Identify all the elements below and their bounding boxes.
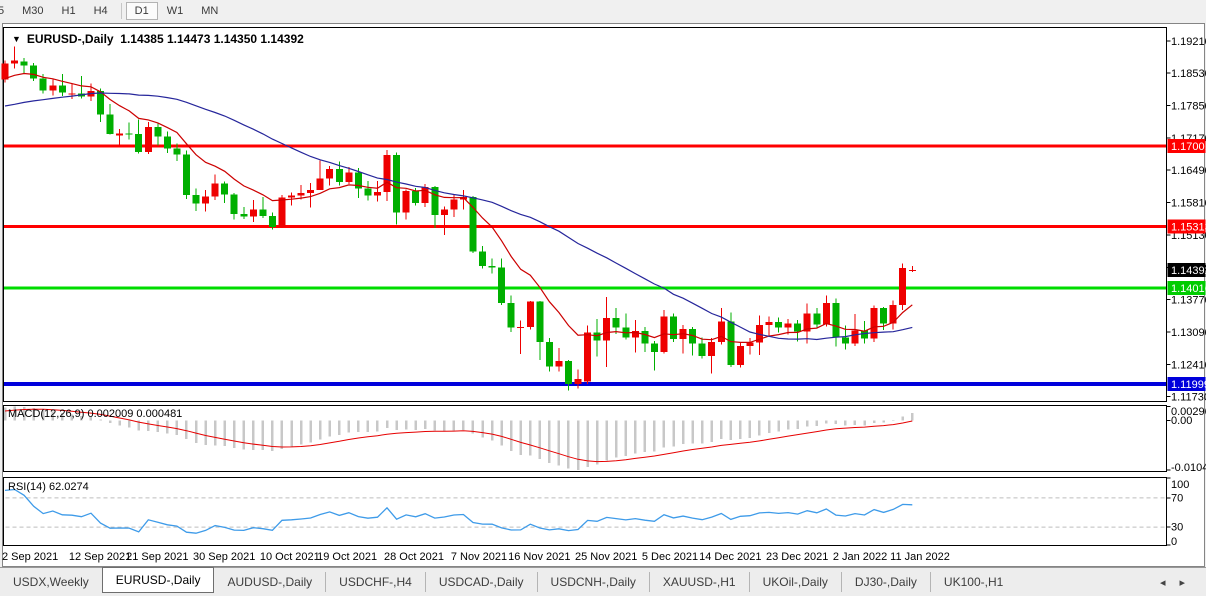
chart-tab-usdcnh-daily[interactable]: USDCNH-,Daily: [537, 572, 649, 592]
chart-tab-usdcad-daily[interactable]: USDCAD-,Daily: [425, 572, 537, 592]
x-axis-label: 14 Dec 2021: [699, 551, 761, 563]
x-axis-label: 30 Sep 2021: [193, 551, 255, 563]
svg-text:1.14392: 1.14392: [1171, 265, 1206, 277]
date-axis: 2 Sep 2021 12 Sep 202121 Sep 2021 30 Sep 2…: [2, 551, 950, 563]
timeframe-mn-button[interactable]: MN: [192, 2, 227, 20]
rsi-axis-label: 100: [1171, 479, 1189, 491]
svg-text:1.11999: 1.11999: [1171, 379, 1206, 391]
y-axis-label: 1.17850: [1171, 101, 1206, 113]
y-axis-label: 1.15810: [1171, 198, 1206, 210]
macd-axis-label: 0.00: [1171, 415, 1192, 427]
rsi-indicator-label: RSI(14) 62.0274: [8, 481, 89, 493]
macd-indicator-label: MACD(12,26,9) 0.002009 0.000481: [8, 408, 182, 420]
x-axis-label: 28 Oct 2021: [384, 551, 444, 563]
x-axis-label: 11 Jan 2022: [890, 551, 950, 563]
y-axis-label: 1.16490: [1171, 165, 1206, 177]
x-axis-label: 21 Sep 2021: [126, 551, 188, 563]
y-axis-label: 1.13090: [1171, 327, 1206, 339]
svg-text:1.14016: 1.14016: [1171, 283, 1206, 295]
y-axis-label: 1.19210: [1171, 36, 1206, 48]
chart-symbol-period: EURUSD-,Daily: [27, 32, 114, 46]
y-axis-label: 1.13770: [1171, 295, 1206, 307]
chart-window-chrome: [0, 22, 1206, 568]
x-axis-label: 2 Sep 2021: [2, 551, 58, 563]
timeframe-m5-button[interactable]: 5: [0, 2, 13, 20]
x-axis-label: 23 Dec 2021: [766, 551, 828, 563]
x-axis-label: 16 Nov 2021: [508, 551, 570, 563]
y-axis-label: 1.18530: [1171, 68, 1206, 80]
price-badge: 1.14016: [1168, 281, 1206, 295]
chart-ohlc-values: 1.14385 1.14473 1.14350 1.14392: [120, 32, 304, 46]
x-axis-label: 5 Dec 2021: [642, 551, 698, 563]
x-axis-label: 12 Sep 2021: [69, 551, 131, 563]
chart-tab-usdx-weekly[interactable]: USDX,Weekly: [0, 572, 102, 592]
x-axis-label: 7 Nov 2021: [451, 551, 507, 563]
price-badge: 1.11999: [1168, 377, 1206, 391]
rsi-axis-label: 70: [1171, 492, 1183, 504]
x-axis-label: 25 Nov 2021: [575, 551, 637, 563]
timeframe-m30-button[interactable]: M30: [13, 2, 52, 20]
timeframe-h1-button[interactable]: H1: [53, 2, 85, 20]
x-axis-label: 10 Oct 2021: [260, 551, 320, 563]
tabs-scroll-right-icon[interactable]: ▸: [1172, 576, 1192, 589]
chart-tab-dj30-daily[interactable]: DJ30-,Daily: [841, 572, 930, 592]
price-badge: 1.17001: [1168, 139, 1206, 153]
rsi-axis-label: 30: [1171, 522, 1183, 534]
chart-tab-xauusd-h1[interactable]: XAUUSD-,H1: [649, 572, 749, 592]
macd-axis-label: -0.01042: [1171, 462, 1206, 474]
x-axis-label: 2 Jan 2022: [833, 551, 887, 563]
tab-scroll-controls: ◂ ▸: [1153, 576, 1206, 589]
tabs-scroll-left-icon[interactable]: ◂: [1153, 576, 1173, 589]
chart-dropdown-icon[interactable]: ▼: [12, 34, 21, 44]
chart-tab-eurusd-daily[interactable]: EURUSD-,Daily: [102, 567, 215, 593]
rsi-axis-label: 0: [1171, 536, 1177, 548]
trading-terminal-window: 5 M30 H1 H4 D1 W1 MN 1.192101.185301.178…: [0, 0, 1206, 596]
timeframe-h4-button[interactable]: H4: [85, 2, 117, 20]
price-badge: 1.14392: [1168, 263, 1206, 277]
timeframe-toolbar: 5 M30 H1 H4 D1 W1 MN: [0, 0, 1206, 22]
svg-text:1.17001: 1.17001: [1171, 141, 1206, 153]
chart-tab-uk100-h1[interactable]: UK100-,H1: [930, 572, 1016, 592]
y-axis-label: 1.12410: [1171, 359, 1206, 371]
chart-tabs-bar: USDX,Weekly EURUSD-,Daily AUDUSD-,Daily …: [0, 567, 1206, 596]
timeframe-d1-button[interactable]: D1: [126, 2, 158, 20]
price-chart-canvas[interactable]: 1.192101.185301.178501.171701.164901.158…: [0, 0, 1206, 596]
chart-tab-usdchf-h4[interactable]: USDCHF-,H4: [325, 572, 425, 592]
timeframe-w1-button[interactable]: W1: [158, 2, 193, 20]
toolbar-separator: [121, 3, 122, 19]
chart-tab-audusd-daily[interactable]: AUDUSD-,Daily: [214, 572, 325, 592]
price-badge: 1.15313: [1168, 219, 1206, 233]
chart-title: ▼ EURUSD-,Daily 1.14385 1.14473 1.14350 1…: [12, 32, 304, 46]
svg-text:1.15313: 1.15313: [1171, 221, 1206, 233]
y-axis-label: 1.11730: [1171, 392, 1206, 404]
chart-tab-ukoil-daily[interactable]: UKOil-,Daily: [749, 572, 841, 592]
x-axis-label: 19 Oct 2021: [317, 551, 377, 563]
